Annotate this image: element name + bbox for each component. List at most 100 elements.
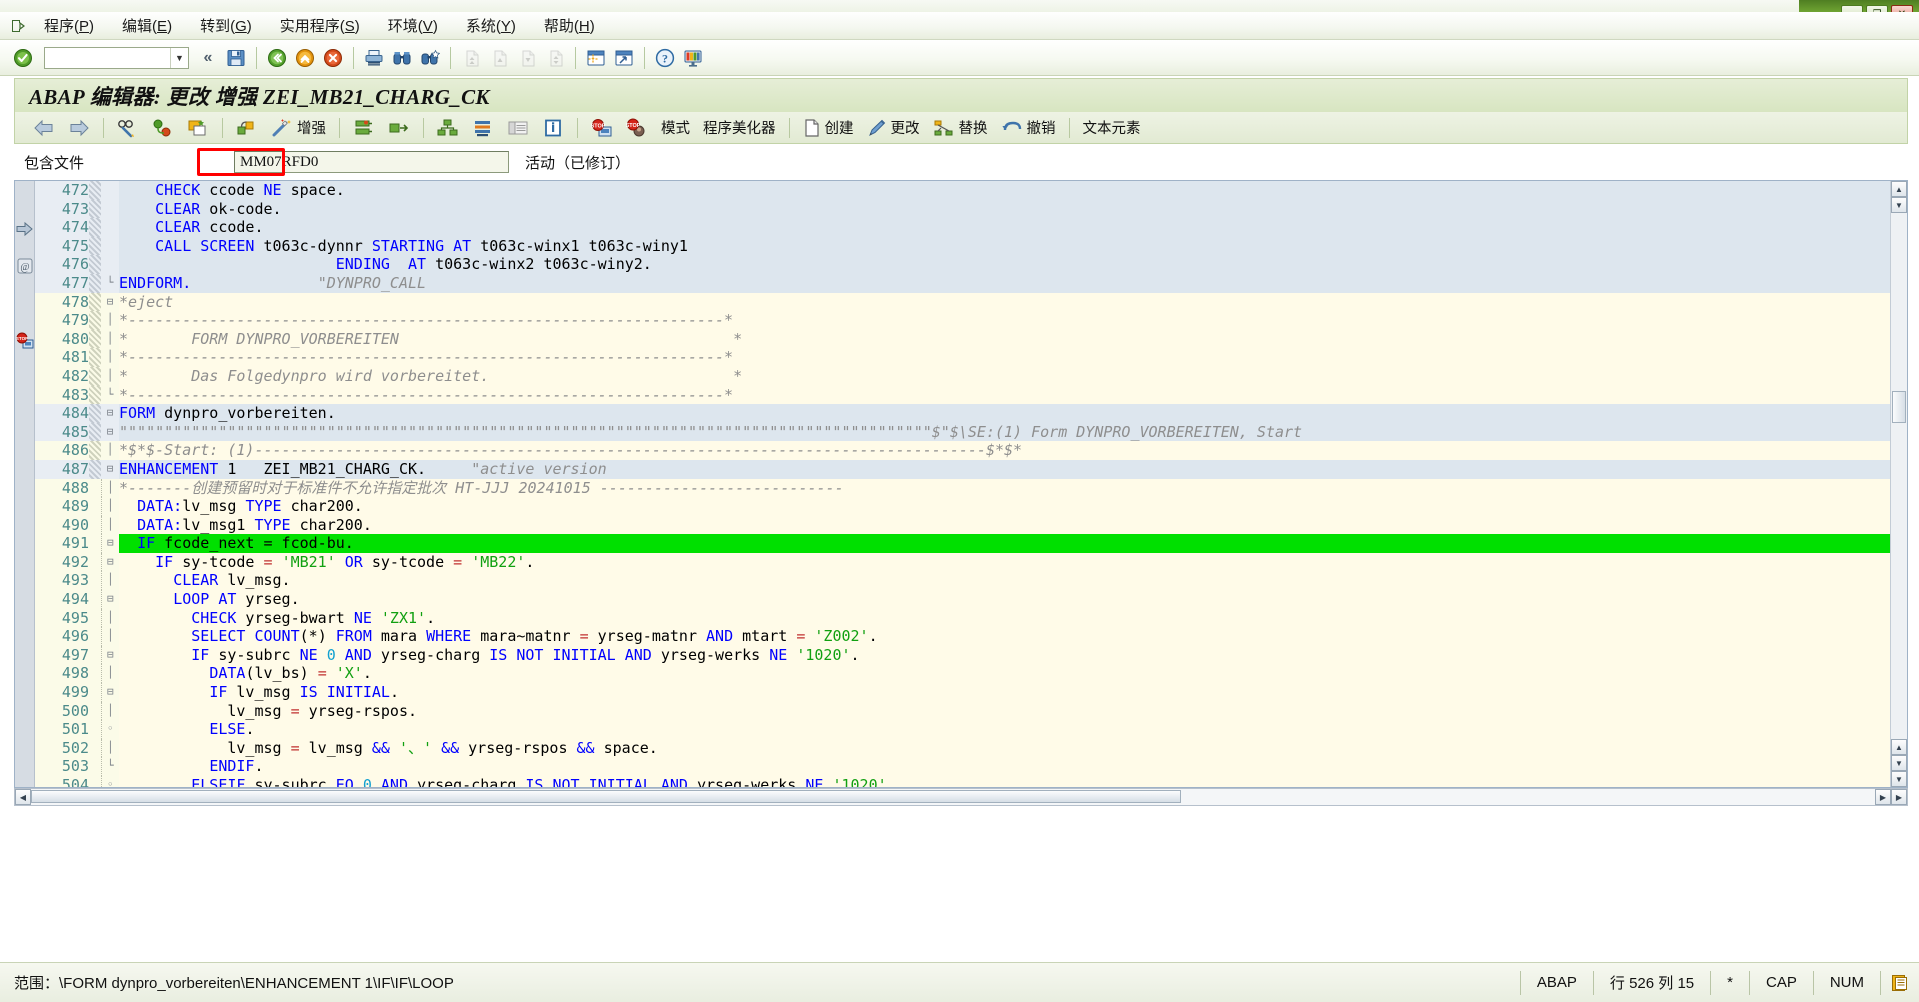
fold-toggle[interactable]: └ bbox=[101, 273, 119, 293]
system-menu-icon[interactable] bbox=[8, 16, 30, 36]
fold-toggle[interactable]: ◦ bbox=[101, 776, 119, 787]
fold-toggle[interactable]: ⊟ bbox=[101, 534, 119, 553]
green-check-enter-icon[interactable] bbox=[10, 45, 36, 71]
fold-toggle[interactable]: ⊟ bbox=[101, 404, 119, 423]
scroll-left-button[interactable]: ◀ bbox=[15, 789, 31, 805]
code-line[interactable]: 486 │ *$*$-Start: (1)---------------------… bbox=[35, 441, 1890, 460]
find-icon[interactable] bbox=[389, 45, 415, 71]
code-line-text[interactable]: ELSE. bbox=[119, 720, 1890, 739]
breakpoint-icon[interactable]: STOP bbox=[16, 332, 34, 350]
text-elements-button[interactable]: 文本元素 bbox=[1077, 115, 1147, 141]
code-line-text[interactable]: *eject bbox=[119, 292, 1890, 312]
scroll-right-button[interactable]: ▶ bbox=[1875, 789, 1891, 805]
fold-toggle[interactable]: ⊟ bbox=[101, 459, 119, 479]
code-line[interactable]: 500 │ lv_msg = yrseg-rspos. bbox=[35, 701, 1890, 721]
scroll-right-end-button[interactable]: ▶ bbox=[1891, 789, 1907, 805]
code-line-text[interactable]: *---------------------------------------… bbox=[119, 348, 1890, 367]
customize-local-layout-icon[interactable] bbox=[680, 45, 706, 71]
code-line-text[interactable]: DATA(lv_bs) = 'X'. bbox=[119, 664, 1890, 684]
code-line[interactable]: 484 ⊟ FORM dynpro_vorbereiten. bbox=[35, 404, 1890, 423]
code-line[interactable]: 503 └ ENDIF. bbox=[35, 757, 1890, 776]
command-field[interactable]: ▼ bbox=[44, 46, 189, 69]
fold-toggle[interactable]: │ bbox=[101, 348, 119, 367]
code-line-text[interactable]: CLEAR ok-code. bbox=[119, 199, 1890, 219]
hscroll-thumb[interactable] bbox=[31, 790, 1181, 803]
code-line[interactable]: 485 ⊟ """"""""""""""""""""""""""""""""""""… bbox=[35, 422, 1890, 442]
other-object-button[interactable] bbox=[382, 115, 416, 141]
menu-environment[interactable]: 环境(V) bbox=[374, 12, 452, 39]
hscroll-track[interactable] bbox=[31, 789, 1875, 805]
code-line[interactable]: 501 ◦ ELSE. bbox=[35, 720, 1890, 739]
command-field-dropdown[interactable]: ▼ bbox=[170, 47, 188, 68]
fold-toggle[interactable] bbox=[101, 199, 119, 219]
code-line-text[interactable]: IF sy-subrc NE 0 AND yrseg-charg IS NOT … bbox=[119, 645, 1890, 665]
fold-toggle[interactable] bbox=[101, 255, 119, 274]
code-line[interactable]: 489 │ DATA:lv_msg TYPE char200. bbox=[35, 497, 1890, 516]
fold-toggle[interactable]: ⊟ bbox=[101, 683, 119, 702]
code-line-text[interactable]: IF lv_msg IS INITIAL. bbox=[119, 683, 1890, 702]
code-line[interactable]: 481 │ *-----------------------------------… bbox=[35, 348, 1890, 367]
where-used-button[interactable] bbox=[466, 115, 500, 141]
code-line-text[interactable]: IF fcode_next = fcod-bu. bbox=[119, 534, 1890, 553]
pretty-printer-button[interactable]: 程序美化器 bbox=[697, 115, 782, 141]
undo-button[interactable]: 撤销 bbox=[995, 115, 1062, 141]
code-line-text[interactable]: CALL SCREEN t063c-dynnr STARTING AT t063… bbox=[119, 236, 1890, 256]
code-line[interactable]: 498 │ DATA(lv_bs) = 'X'. bbox=[35, 664, 1890, 684]
editor-scroll-thumb[interactable] bbox=[1892, 391, 1906, 423]
display-change-button[interactable] bbox=[111, 115, 145, 141]
fold-toggle[interactable]: ⊟ bbox=[101, 552, 119, 572]
print-icon[interactable] bbox=[361, 45, 387, 71]
create-shortcut-icon[interactable] bbox=[611, 45, 637, 71]
code-line-text[interactable]: IF sy-tcode = 'MB21' OR sy-tcode = 'MB22… bbox=[119, 552, 1890, 572]
fold-toggle[interactable]: ⊟ bbox=[101, 422, 119, 442]
fold-toggle[interactable]: │ bbox=[101, 664, 119, 684]
fold-toggle[interactable]: │ bbox=[101, 478, 119, 498]
fold-toggle[interactable]: ◦ bbox=[101, 720, 119, 739]
fold-toggle[interactable]: │ bbox=[101, 738, 119, 758]
code-line[interactable]: 504 ◦ ELSEIF sy-subrc EQ 0 AND yrseg-char… bbox=[35, 776, 1890, 787]
code-line[interactable]: 482 │ * Das Folgedynpro wird vorbereitet. … bbox=[35, 366, 1890, 386]
hierarchy-button[interactable] bbox=[431, 115, 465, 141]
code-line[interactable]: 488 │ *-------创建预留时对于标准件不允许指定批次 HT-JJJ 202… bbox=[35, 478, 1890, 498]
fold-toggle[interactable]: │ bbox=[101, 627, 119, 646]
code-line-text[interactable]: LOOP AT yrseg. bbox=[119, 590, 1890, 609]
menu-edit[interactable]: 编辑(E) bbox=[108, 12, 186, 39]
code-line-text[interactable]: ENHANCEMENT 1 ZEI_MB21_CHARG_CK. "active… bbox=[119, 459, 1890, 479]
fold-toggle[interactable]: └ bbox=[101, 757, 119, 776]
back-icon[interactable] bbox=[264, 45, 290, 71]
code-line-text[interactable]: *$*$-Start: (1)-------------------------… bbox=[119, 441, 1890, 460]
find-next-icon[interactable] bbox=[417, 45, 443, 71]
fold-toggle[interactable]: │ bbox=[101, 311, 119, 330]
code-line[interactable]: 477 └ ENDFORM. "DYNPRO_CALL bbox=[35, 273, 1890, 293]
code-line[interactable]: 474 CLEAR ccode. bbox=[35, 218, 1890, 237]
code-line-text[interactable]: CLEAR ccode. bbox=[119, 218, 1890, 237]
code-line[interactable]: 502 │ lv_msg = lv_msg && '、' && yrseg-rsp… bbox=[35, 738, 1890, 758]
check-object-button[interactable] bbox=[146, 115, 180, 141]
code-line[interactable]: 472 CHECK ccode NE space. bbox=[35, 181, 1890, 200]
fold-toggle[interactable] bbox=[101, 236, 119, 256]
code-line-text[interactable]: CLEAR lv_msg. bbox=[119, 571, 1890, 591]
cancel-icon[interactable] bbox=[320, 45, 346, 71]
code-line[interactable]: 491 ⊟ IF fcode_next = fcod-bu. bbox=[35, 534, 1890, 553]
code-editor[interactable]: @ STOP 472 CHECK ccode NE space. 473 CLEA… bbox=[14, 180, 1908, 788]
scroll-down-button[interactable]: ▼ bbox=[1891, 755, 1907, 771]
stop-debugger-button[interactable]: STOP bbox=[620, 115, 654, 141]
scroll-up-button[interactable]: ▲ bbox=[1891, 181, 1907, 197]
menu-utilities[interactable]: 实用程序(S) bbox=[266, 12, 374, 39]
fold-toggle[interactable]: │ bbox=[101, 608, 119, 628]
code-line[interactable]: 494 ⊟ LOOP AT yrseg. bbox=[35, 590, 1890, 609]
fold-toggle[interactable]: │ bbox=[101, 441, 119, 460]
editor-marker-column[interactable]: @ STOP bbox=[15, 181, 35, 787]
code-line[interactable]: 499 ⊟ IF lv_msg IS INITIAL. bbox=[35, 683, 1890, 702]
code-line[interactable]: 473 CLEAR ok-code. bbox=[35, 199, 1890, 219]
code-line[interactable]: 480 │ * FORM DYNPRO_VORBEREITEN * bbox=[35, 329, 1890, 349]
fold-toggle[interactable]: ⊟ bbox=[101, 292, 119, 312]
code-line-text[interactable]: CHECK ccode NE space. bbox=[119, 181, 1890, 200]
code-line-text[interactable]: *-------创建预留时对于标准件不允许指定批次 HT-JJJ 2024101… bbox=[119, 478, 1890, 498]
collapse-toolbar-icon[interactable]: « bbox=[195, 45, 221, 71]
code-line-text[interactable]: ENDFORM. "DYNPRO_CALL bbox=[119, 273, 1890, 293]
information-button[interactable] bbox=[536, 115, 570, 141]
save-icon[interactable] bbox=[223, 45, 249, 71]
code-line[interactable]: 496 │ SELECT COUNT(*) FROM mara WHERE mar… bbox=[35, 627, 1890, 646]
forward-arrow-button[interactable] bbox=[62, 115, 96, 141]
